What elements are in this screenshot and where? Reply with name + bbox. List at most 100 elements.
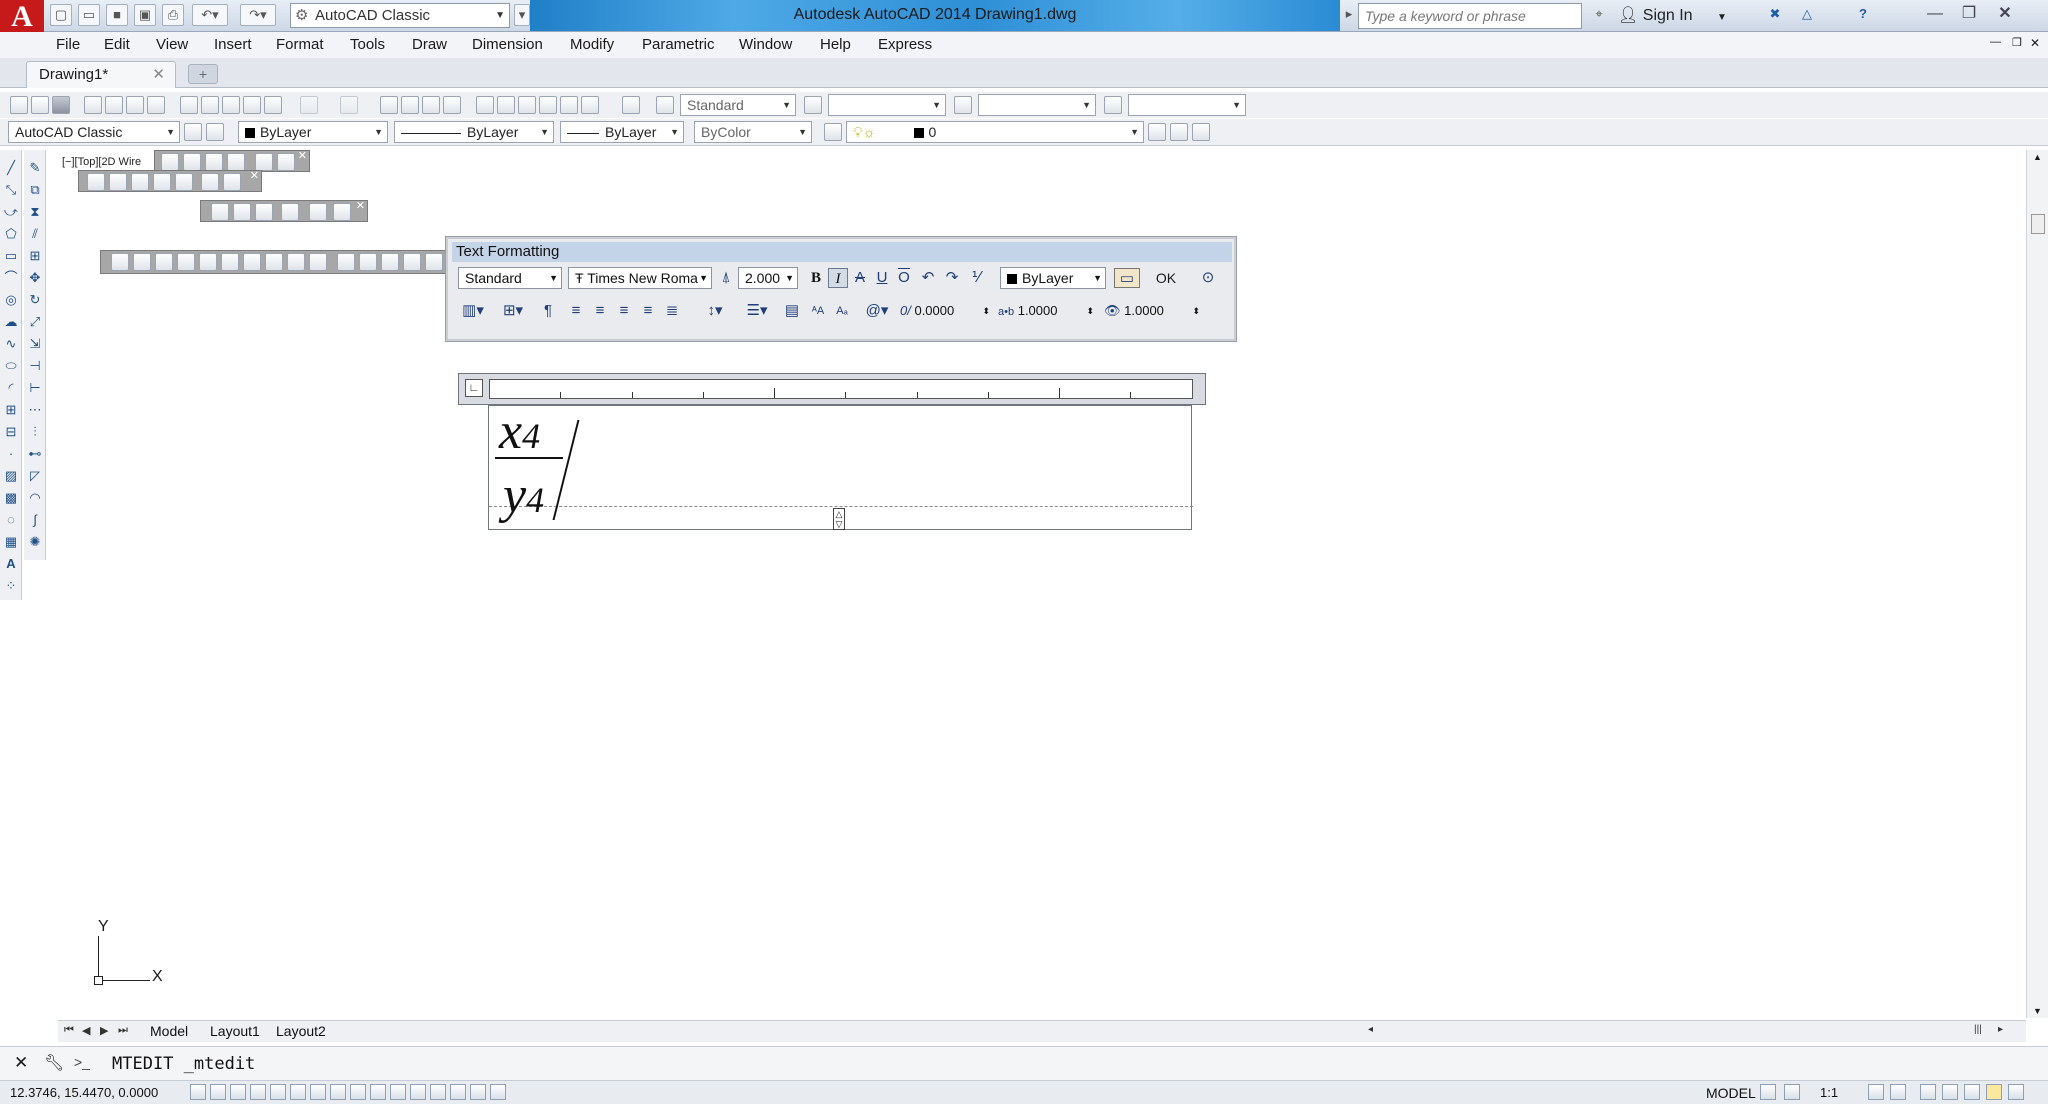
- quick-properties-icon[interactable]: [430, 1084, 446, 1100]
- multileader-style-select[interactable]: ▼: [1128, 94, 1246, 116]
- isolate-objects-icon[interactable]: [1986, 1084, 2002, 1100]
- arc-icon[interactable]: ⌒: [3, 270, 19, 286]
- columns-icon[interactable]: ▥▾: [458, 301, 488, 321]
- text-height-select[interactable]: 2.000 ▼: [738, 267, 798, 289]
- light-icon[interactable]: [281, 203, 299, 221]
- insert-field-icon[interactable]: ▤: [782, 301, 802, 321]
- italic-button[interactable]: I: [828, 268, 848, 288]
- tool-palettes-icon[interactable]: [518, 96, 536, 114]
- qat-dropdown-icon[interactable]: ▾: [514, 4, 530, 26]
- layer-isolate-icon[interactable]: [1192, 123, 1210, 141]
- text-style-select[interactable]: Standard ▼: [680, 94, 796, 116]
- plotstyle-control-select[interactable]: ByColor ▼: [694, 121, 812, 143]
- add-selected-icon[interactable]: ⁘: [3, 578, 19, 594]
- open-icon[interactable]: ▭: [78, 4, 100, 26]
- annotative-icon[interactable]: ⍋: [716, 268, 736, 288]
- exchange-icon[interactable]: ✖: [1764, 4, 1786, 26]
- menu-file[interactable]: File: [56, 36, 80, 53]
- spinner-arrows-icon[interactable]: ⬍: [982, 300, 990, 322]
- viewport-controls-label[interactable]: [−][Top][2D Wire: [62, 156, 141, 168]
- erase-icon[interactable]: ✎: [27, 160, 43, 176]
- command-line[interactable]: ✕ 🔧︎ >_ MTEDIT _mtedit: [0, 1046, 2048, 1080]
- menu-view[interactable]: View: [156, 36, 188, 53]
- align-center-icon[interactable]: ≡: [590, 301, 610, 321]
- gradient-icon[interactable]: ▩: [3, 490, 19, 506]
- menu-parametric[interactable]: Parametric: [642, 36, 715, 53]
- toolbar-button-icon[interactable]: [131, 173, 149, 191]
- toolbar-button-icon[interactable]: [109, 173, 127, 191]
- stacked-numerator[interactable]: x4: [499, 402, 540, 461]
- designcenter-icon[interactable]: [497, 96, 515, 114]
- point-icon[interactable]: ·: [3, 446, 19, 462]
- align-right-icon[interactable]: ≡: [614, 301, 634, 321]
- scroll-right-icon[interactable]: ▸: [1998, 1024, 2003, 1035]
- loft-icon[interactable]: [425, 253, 443, 271]
- symbol-icon[interactable]: @▾: [862, 301, 892, 321]
- toolbar-button-icon[interactable]: [153, 173, 171, 191]
- make-block-icon[interactable]: ⊟: [3, 424, 19, 440]
- cylinder-icon[interactable]: [221, 253, 239, 271]
- menu-window[interactable]: Window: [739, 36, 792, 53]
- wrench-icon[interactable]: 🔧︎: [44, 1053, 64, 1073]
- mtext-ruler[interactable]: ∟: [458, 373, 1206, 405]
- quickcalc-icon[interactable]: [581, 96, 599, 114]
- stacked-denominator[interactable]: y4: [503, 466, 544, 525]
- construction-line-icon[interactable]: ⤡: [3, 182, 19, 198]
- torus-icon[interactable]: [243, 253, 261, 271]
- doc-restore-icon[interactable]: ❐: [2012, 36, 2022, 49]
- help-icon[interactable]: [622, 96, 640, 114]
- otrack-icon[interactable]: [330, 1084, 346, 1100]
- region-icon[interactable]: ◌: [3, 512, 19, 528]
- scroll-up-icon[interactable]: ▲: [2033, 152, 2042, 162]
- settings-icon[interactable]: [490, 1084, 506, 1100]
- cone-icon[interactable]: [177, 253, 195, 271]
- table-icon[interactable]: ▦: [3, 534, 19, 550]
- floating-toolbar-modeling[interactable]: [100, 250, 446, 274]
- justify-icon[interactable]: ≡: [638, 301, 658, 321]
- snap-icon[interactable]: [210, 1084, 226, 1100]
- matchprop-icon[interactable]: [243, 96, 261, 114]
- redo-icon[interactable]: ↷: [942, 268, 962, 288]
- undo-icon[interactable]: [300, 96, 318, 114]
- paste-icon[interactable]: [222, 96, 240, 114]
- infer-constraints-icon[interactable]: [190, 1084, 206, 1100]
- model-space-toggle[interactable]: MODEL: [1706, 1085, 1756, 1101]
- 3d-osnap-icon[interactable]: [310, 1084, 326, 1100]
- pan-icon[interactable]: [380, 96, 398, 114]
- annotation-monitor-icon[interactable]: [470, 1084, 486, 1100]
- oblique-angle-spinner[interactable]: 0/ 0.0000 ⬍: [900, 300, 990, 322]
- fillet-icon[interactable]: ◠: [27, 490, 43, 506]
- clean-screen-icon[interactable]: [2008, 1084, 2024, 1100]
- close-icon[interactable]: ✕: [250, 169, 259, 182]
- file-tab-drawing1[interactable]: Drawing1* ✕: [26, 61, 176, 88]
- text-style-select[interactable]: Standard ▼: [458, 267, 562, 289]
- floating-toolbar-lights[interactable]: ✕: [200, 200, 368, 222]
- restore-icon[interactable]: ❐: [1954, 2, 1984, 26]
- presspull-icon[interactable]: [359, 253, 377, 271]
- doc-close-icon[interactable]: ✕: [2030, 36, 2040, 50]
- command-input[interactable]: MTEDIT _mtedit: [112, 1054, 255, 1074]
- toolbar-button-icon[interactable]: [277, 153, 295, 171]
- workspace-switching-icon[interactable]: [1920, 1084, 1936, 1100]
- make-current-icon[interactable]: [1148, 123, 1166, 141]
- revolve-icon[interactable]: [403, 253, 421, 271]
- quick-view-layouts-icon[interactable]: [1760, 1084, 1776, 1100]
- coordinate-readout[interactable]: 12.3746, 15.4470, 0.0000: [10, 1085, 158, 1100]
- dimension-style-icon[interactable]: [804, 96, 822, 114]
- uppercase-icon[interactable]: ᴬA: [808, 301, 828, 321]
- revcloud-icon[interactable]: ☁︎: [3, 314, 19, 330]
- dimension-style-select[interactable]: ▼: [828, 94, 946, 116]
- close-icon[interactable]: ✕: [1990, 2, 2020, 26]
- sweep-icon[interactable]: [381, 253, 399, 271]
- mirror-icon[interactable]: ⧗: [27, 204, 43, 220]
- zoom-previous-icon[interactable]: [443, 96, 461, 114]
- stack-icon[interactable]: ⅟: [966, 268, 986, 288]
- offset-icon[interactable]: ⫽: [27, 226, 43, 242]
- multileader-style-icon[interactable]: [1104, 96, 1122, 114]
- close-icon[interactable]: ✕: [14, 1053, 28, 1073]
- mtext-icon[interactable]: A: [3, 556, 19, 572]
- quick-view-drawings-icon[interactable]: [1784, 1084, 1800, 1100]
- toolbar-button-icon[interactable]: [205, 153, 223, 171]
- undo-icon[interactable]: ↶: [918, 268, 938, 288]
- ruler-bar[interactable]: [489, 379, 1193, 399]
